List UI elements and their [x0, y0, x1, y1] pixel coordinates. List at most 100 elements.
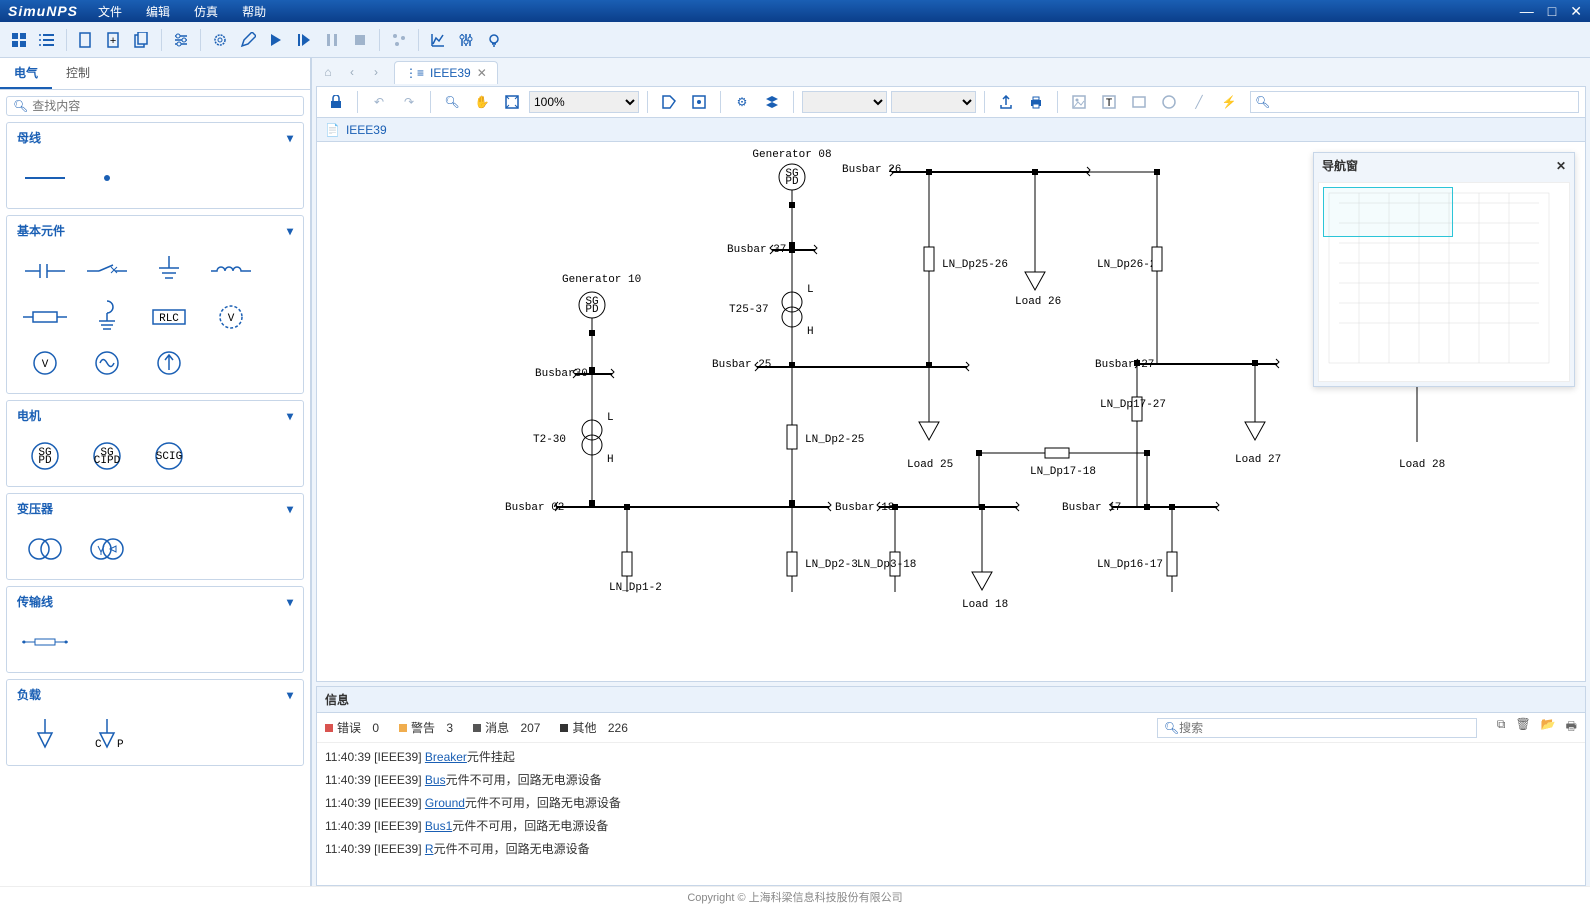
load-symbol[interactable] [17, 715, 73, 755]
info-search[interactable]: 🔍︎ [1157, 718, 1477, 738]
print-icon[interactable]: 🖶 [1566, 717, 1577, 738]
cvp-load-symbol[interactable]: CP [79, 715, 135, 755]
message-row[interactable]: 11:40:39 [IEEE39] Ground元件不可用，回路无电源设备 [325, 791, 1577, 814]
grid-icon[interactable] [6, 27, 32, 53]
copy-icon[interactable]: ⧉ [1497, 717, 1506, 738]
ac-source-symbol[interactable] [79, 343, 135, 383]
message-link[interactable]: R [425, 842, 434, 856]
select-2[interactable] [891, 91, 976, 113]
layers-icon[interactable] [759, 89, 785, 115]
message-row[interactable]: 11:40:39 [IEEE39] Bus元件不可用，回路无电源设备 [325, 768, 1577, 791]
chevron-down-icon: ▾ [287, 688, 293, 702]
navigator-body[interactable] [1318, 182, 1570, 382]
capacitor-symbol[interactable] [17, 251, 73, 291]
category-head[interactable]: 变压器▾ [7, 494, 303, 523]
maximize-icon[interactable]: □ [1548, 3, 1556, 20]
message-link[interactable]: Bus [425, 773, 446, 787]
tab-electric[interactable]: 电气 [0, 58, 52, 89]
menu-sim[interactable]: 仿真 [194, 3, 218, 20]
print-icon[interactable] [1023, 89, 1049, 115]
navigator-window[interactable]: 导航窗 ✕ [1313, 152, 1575, 387]
message-link[interactable]: Bus1 [425, 819, 452, 833]
message-row[interactable]: 11:40:39 [IEEE39] R元件不可用，回路无电源设备 [325, 837, 1577, 860]
resistor-symbol[interactable] [17, 297, 73, 337]
step-icon[interactable] [291, 27, 317, 53]
canvas-search-input[interactable] [1270, 95, 1574, 109]
info-tab-msg[interactable]: 消息 207 [473, 719, 540, 736]
transformer-yd-symbol[interactable] [79, 529, 135, 569]
sg-cipd-symbol[interactable]: SGCIPD [79, 436, 135, 476]
forward-icon[interactable]: › [366, 62, 386, 82]
message-link[interactable]: Breaker [425, 750, 467, 764]
voltmeter-symbol[interactable]: V [17, 343, 73, 383]
light-icon[interactable] [481, 27, 507, 53]
select-1[interactable] [802, 91, 887, 113]
menu-help[interactable]: 帮助 [242, 3, 266, 20]
zoom-icon[interactable]: 🔍︎ [439, 89, 465, 115]
list-icon[interactable] [34, 27, 60, 53]
center-icon[interactable] [686, 89, 712, 115]
scig-symbol[interactable]: SCIG [141, 436, 197, 476]
tag-icon[interactable] [656, 89, 682, 115]
navigator-close-icon[interactable]: ✕ [1556, 159, 1566, 173]
doc-icon[interactable] [73, 27, 99, 53]
category-head[interactable]: 母线▾ [7, 123, 303, 152]
menu-file[interactable]: 文件 [98, 3, 122, 20]
back-icon[interactable]: ‹ [342, 62, 362, 82]
info-tab-warn[interactable]: 警告 3 [399, 719, 453, 736]
inductor-symbol[interactable] [203, 251, 259, 291]
category-head[interactable]: 负载▾ [7, 680, 303, 709]
category-head[interactable]: 电机▾ [7, 401, 303, 430]
line-symbol[interactable] [17, 622, 73, 662]
message-link[interactable]: Ground [425, 796, 465, 810]
document-tab[interactable]: ⋮≡ IEEE39 ✕ [394, 61, 498, 84]
tab-control[interactable]: 控制 [52, 58, 104, 89]
busbar-node-symbol[interactable] [79, 158, 135, 198]
lock-icon[interactable] [323, 89, 349, 115]
category-head[interactable]: 基本元件▾ [7, 216, 303, 245]
tab-close-icon[interactable]: ✕ [477, 66, 487, 80]
pan-icon[interactable]: ✋ [469, 89, 495, 115]
canvas-search[interactable]: 🔍︎ [1250, 91, 1579, 113]
message-row[interactable]: 11:40:39 [IEEE39] Breaker元件挂起 [325, 745, 1577, 768]
voltmeter-dashed-symbol[interactable]: V [203, 297, 259, 337]
export-icon[interactable] [993, 89, 1019, 115]
navigator-header[interactable]: 导航窗 ✕ [1314, 153, 1574, 178]
play-icon[interactable] [263, 27, 289, 53]
home-icon[interactable]: ⌂ [318, 62, 338, 82]
crumb-label[interactable]: IEEE39 [346, 123, 387, 137]
gear-icon[interactable]: ⚙ [729, 89, 755, 115]
edit-icon[interactable] [235, 27, 261, 53]
sidebar-search[interactable]: 🔍︎ [6, 96, 304, 116]
info-search-input[interactable] [1179, 721, 1470, 735]
info-tab-error[interactable]: 错误 0 [325, 719, 379, 736]
source-ground-symbol[interactable] [79, 297, 135, 337]
gear-icon[interactable] [207, 27, 233, 53]
folder-icon[interactable]: 📂 [1541, 717, 1556, 738]
canvas[interactable]: Generator 08 SGPD Busbar 26 LN_Dp25-26 L… [316, 142, 1586, 682]
message-row[interactable]: 11:40:39 [IEEE39] Bus1元件不可用，回路无电源设备 [325, 814, 1577, 837]
chart-icon[interactable] [425, 27, 451, 53]
sg-pd-symbol[interactable]: SGPD [17, 436, 73, 476]
settings-icon[interactable] [168, 27, 194, 53]
doc-copy-icon[interactable] [129, 27, 155, 53]
info-tab-other[interactable]: 其他 226 [560, 719, 627, 736]
zoom-select[interactable]: 100% [529, 91, 639, 113]
transformer-2w-symbol[interactable] [17, 529, 73, 569]
search-input[interactable] [32, 99, 297, 113]
minimize-icon[interactable]: — [1520, 3, 1534, 20]
doc-add-icon[interactable]: + [101, 27, 127, 53]
trash-icon[interactable]: 🗑 [1515, 717, 1530, 738]
category-head[interactable]: 传输线▾ [7, 587, 303, 616]
ground-symbol[interactable] [141, 251, 197, 291]
busbar-line-symbol[interactable] [17, 158, 73, 198]
fit-icon[interactable] [499, 89, 525, 115]
message-list[interactable]: 11:40:39 [IEEE39] Breaker元件挂起11:40:39 [I… [317, 743, 1585, 885]
sliders-icon[interactable] [453, 27, 479, 53]
rlc-symbol[interactable]: RLC [141, 297, 197, 337]
current-source-symbol[interactable] [141, 343, 197, 383]
svg-text:PD: PD [38, 455, 52, 467]
menu-edit[interactable]: 编辑 [146, 3, 170, 20]
switch-symbol[interactable] [79, 251, 135, 291]
close-icon[interactable]: ✕ [1570, 3, 1582, 20]
